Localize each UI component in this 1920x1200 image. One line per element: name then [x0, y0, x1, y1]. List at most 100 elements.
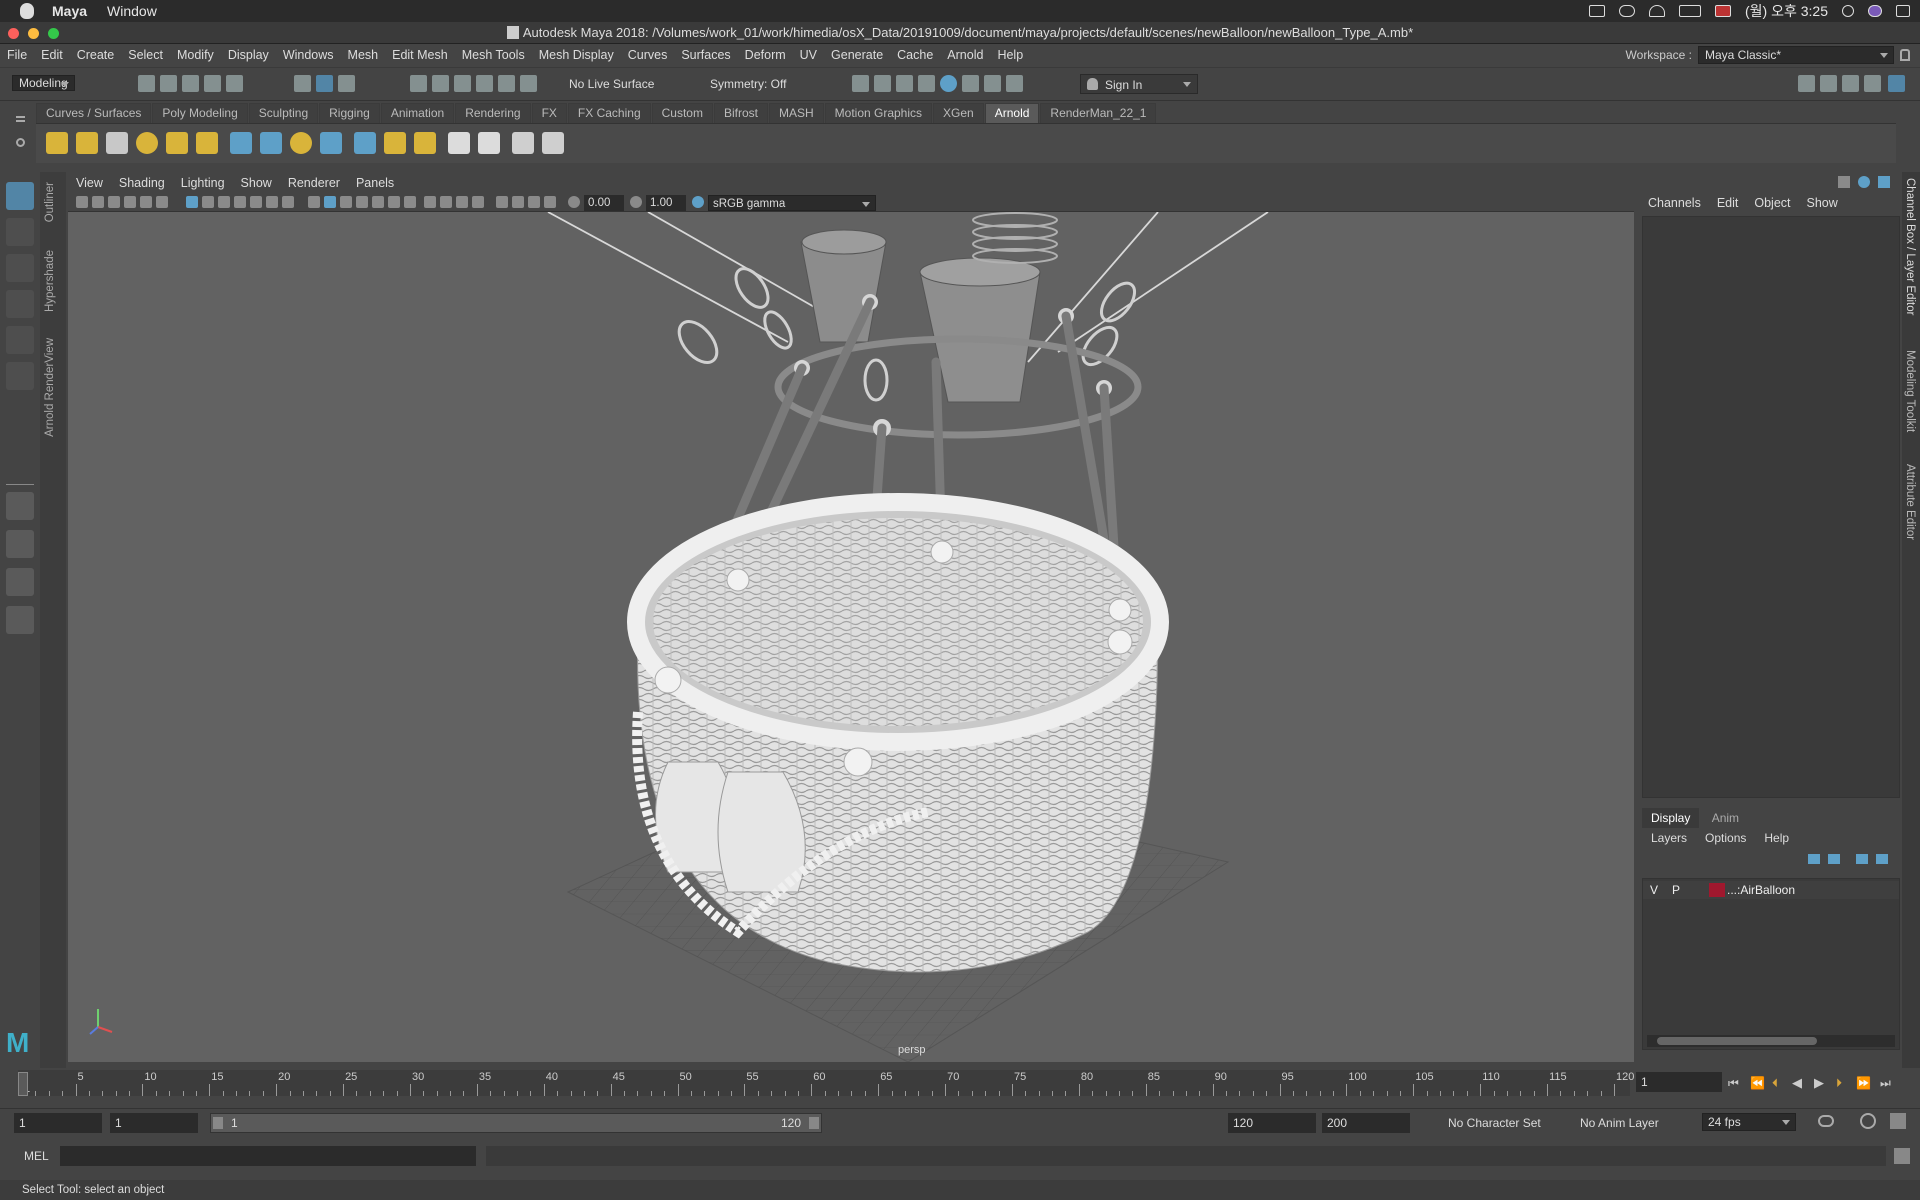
help-menu[interactable]: Help — [1755, 828, 1798, 848]
new-layer-from-selection-icon[interactable] — [1876, 854, 1888, 864]
xray-joints-icon[interactable] — [544, 196, 556, 208]
tab-xgen[interactable]: XGen — [933, 103, 984, 123]
tab-bifrost[interactable]: Bifrost — [713, 103, 768, 123]
tab-renderman[interactable]: RenderMan_22_1 — [1040, 103, 1157, 123]
tab-sculpting[interactable]: Sculpting — [248, 103, 319, 123]
menu-file[interactable]: File — [0, 48, 34, 62]
tab-display[interactable]: Display — [1642, 808, 1700, 828]
vp-menu-renderer[interactable]: Renderer — [280, 176, 348, 190]
tx-manager-icon[interactable] — [354, 132, 376, 154]
screen-space-ao-icon[interactable] — [424, 196, 436, 208]
anim-layer-dropdown[interactable]: No Anim Layer — [1580, 1116, 1659, 1130]
standin-icon[interactable] — [230, 132, 252, 154]
snap-vertex-icon[interactable] — [520, 75, 537, 92]
menu-uv[interactable]: UV — [793, 48, 824, 62]
gate-mask-icon[interactable] — [234, 196, 246, 208]
two-d-pan-icon[interactable] — [140, 196, 152, 208]
character-set-dropdown[interactable]: No Character Set — [1448, 1116, 1541, 1130]
menu-surfaces[interactable]: Surfaces — [674, 48, 737, 62]
toggle-modeling-toolkit-icon[interactable] — [1798, 75, 1815, 92]
tab-anim[interactable]: Anim — [1703, 808, 1748, 828]
menu-modify[interactable]: Modify — [170, 48, 221, 62]
tab-mash[interactable]: MASH — [768, 103, 824, 123]
toggle-attribute-editor-icon[interactable] — [1820, 75, 1837, 92]
menu-create[interactable]: Create — [70, 48, 122, 62]
animation-start-field[interactable]: 1 — [14, 1113, 102, 1133]
channel-box[interactable] — [1642, 216, 1900, 798]
paint-select-tool-icon[interactable] — [6, 254, 34, 282]
mac-menu-maya[interactable]: Maya — [52, 3, 87, 19]
menu-display[interactable]: Display — [221, 48, 276, 62]
time-ruler[interactable]: 1510152025303540455055606570758085909510… — [18, 1070, 1634, 1096]
menu-windows[interactable]: Windows — [276, 48, 341, 62]
curve-collector-icon[interactable] — [290, 132, 312, 154]
motion-blur-icon[interactable] — [440, 196, 452, 208]
save-scene-icon[interactable] — [182, 75, 199, 92]
rotate-tool-icon[interactable] — [6, 326, 34, 354]
channel-box-icon[interactable] — [1838, 176, 1850, 188]
resolution-gate-icon[interactable] — [218, 196, 230, 208]
animation-end-field[interactable]: 200 — [1322, 1113, 1410, 1133]
mel-label[interactable]: MEL — [24, 1149, 49, 1163]
tab-curves-surfaces[interactable]: Curves / Surfaces — [36, 103, 152, 123]
tab-modeling-toolkit[interactable]: Modeling Toolkit — [1904, 350, 1916, 432]
xray-icon[interactable] — [512, 196, 524, 208]
snap-grid-icon[interactable] — [410, 75, 427, 92]
tab-channel-box-layer-editor[interactable]: Channel Box / Layer Editor — [1904, 178, 1916, 315]
edit-menu[interactable]: Edit — [1709, 196, 1747, 210]
safe-action-icon[interactable] — [266, 196, 278, 208]
hypershade-icon[interactable] — [940, 75, 957, 92]
outliner-layout-icon[interactable] — [6, 606, 34, 634]
render-frame-icon[interactable] — [852, 75, 869, 92]
layer-name[interactable]: ...:AirBalloon — [1727, 883, 1795, 897]
minimize-window-button[interactable] — [28, 28, 39, 39]
wifi-icon[interactable] — [1649, 5, 1665, 17]
clock[interactable]: (월) 오후 3:25 — [1745, 1, 1828, 21]
snap-point-icon[interactable] — [454, 75, 471, 92]
snap-view-plane-icon[interactable] — [476, 75, 493, 92]
isolate-select-icon[interactable] — [496, 196, 508, 208]
vp-menu-panels[interactable]: Panels — [348, 176, 402, 190]
tab-hypershade[interactable]: Hypershade — [44, 250, 56, 312]
persp-outliner-icon[interactable] — [6, 568, 34, 596]
shelf-options-icon[interactable] — [14, 108, 28, 150]
skydome-light-icon[interactable] — [136, 132, 158, 154]
tab-attribute-editor[interactable]: Attribute Editor — [1904, 464, 1916, 540]
perspective-viewport[interactable]: persp — [68, 212, 1634, 1062]
field-chart-icon[interactable] — [250, 196, 262, 208]
menu-mesh[interactable]: Mesh — [341, 48, 386, 62]
photometric-light-icon[interactable] — [106, 132, 128, 154]
range-start-handle[interactable] — [213, 1117, 223, 1129]
fps-dropdown[interactable]: 24 fps — [1702, 1113, 1796, 1131]
go-to-start-icon[interactable]: ⏮ — [1728, 1076, 1739, 1091]
menu-mesh-display[interactable]: Mesh Display — [532, 48, 621, 62]
pause-icon[interactable] — [1006, 75, 1023, 92]
step-back-key-icon[interactable]: ⏪ — [1750, 1076, 1765, 1090]
step-forward-frame-icon[interactable]: ⏵ — [1836, 1076, 1842, 1091]
undo-icon[interactable] — [204, 75, 221, 92]
menu-set-dropdown[interactable]: Modeling — [12, 75, 75, 91]
use-all-lights-icon[interactable] — [388, 196, 400, 208]
ipr-render-icon[interactable] — [896, 75, 913, 92]
play-render-icon[interactable] — [542, 132, 564, 154]
script-editor-icon[interactable] — [1894, 1148, 1910, 1164]
loop-icon[interactable] — [1818, 1115, 1834, 1127]
image-plane-icon[interactable] — [124, 196, 136, 208]
mesh-light-icon[interactable] — [76, 132, 98, 154]
play-backward-icon[interactable]: ◀ — [1792, 1075, 1802, 1091]
toggle-tool-settings-icon[interactable] — [1842, 75, 1859, 92]
arnold-toon-icon[interactable] — [478, 132, 500, 154]
snap-curve-icon[interactable] — [432, 75, 449, 92]
lock-icon[interactable] — [1900, 49, 1910, 61]
snap-live-icon[interactable] — [498, 75, 515, 92]
tab-fx-caching[interactable]: FX Caching — [567, 103, 651, 123]
workspace-dropdown[interactable]: Maya Classic* — [1698, 46, 1894, 64]
exposure-field[interactable]: 0.00 — [584, 195, 624, 211]
render-view-eye-icon[interactable] — [512, 132, 534, 154]
anti-aliasing-icon[interactable] — [456, 196, 468, 208]
arnold-render-icon[interactable] — [984, 75, 1001, 92]
vp-menu-shading[interactable]: Shading — [111, 176, 173, 190]
flush-all-icon[interactable] — [414, 132, 436, 154]
symmetry-dropdown[interactable]: Symmetry: Off — [710, 77, 786, 91]
default-material-icon[interactable] — [340, 196, 352, 208]
